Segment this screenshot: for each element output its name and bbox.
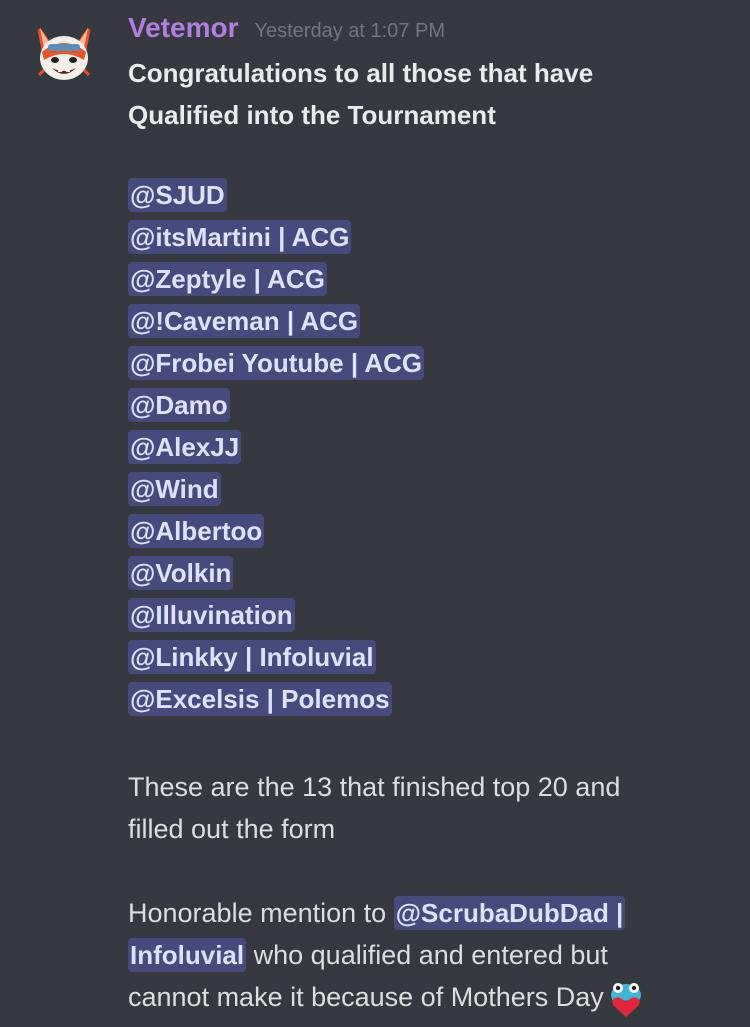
user-mention-honorable-part1[interactable]: @ScrubaDubDad | <box>393 896 626 930</box>
mention-row: @AlexJJ <box>128 430 728 472</box>
fox-mascot-avatar-icon <box>36 22 92 80</box>
mention-list: @SJUD @itsMartini | ACG @Zeptyle | ACG @… <box>128 178 728 724</box>
author-username[interactable]: Vetemor <box>128 12 239 44</box>
honorable-line-2: Infoluvial who qualified and entered but <box>128 934 728 976</box>
summary-line-2: filled out the form <box>128 814 336 844</box>
honorable-suffix: who qualified and entered but <box>246 940 608 970</box>
user-mention[interactable]: @Volkin <box>128 556 234 590</box>
user-mention[interactable]: @itsMartini | ACG <box>128 220 352 254</box>
mention-row: @Frobei Youtube | ACG <box>128 346 728 388</box>
honorable-closing: cannot make it because of Mothers Day <box>128 982 604 1012</box>
user-mention[interactable]: @Damo <box>128 388 230 422</box>
honorable-mention-paragraph: Honorable mention to @ScrubaDubDad | Inf… <box>128 892 728 1019</box>
mention-row: @Albertoo <box>128 514 728 556</box>
message-timestamp: Yesterday at 1:07 PM <box>254 20 446 42</box>
message-header: Vetemor Yesterday at 1:07 PM <box>128 12 728 52</box>
honorable-prefix: Honorable mention to <box>128 898 394 928</box>
user-mention[interactable]: @!Caveman | ACG <box>128 304 361 338</box>
honorable-line-1: Honorable mention to @ScrubaDubDad | <box>128 892 728 934</box>
user-mention[interactable]: @AlexJJ <box>128 430 242 464</box>
user-mention[interactable]: @Illuvination <box>128 598 295 632</box>
mention-row: @!Caveman | ACG <box>128 304 728 346</box>
heading-line-2: Qualified into the Tournament <box>128 100 496 130</box>
user-mention[interactable]: @Excelsis | Polemos <box>128 682 392 716</box>
heading-line-1: Congratulations to all those that have <box>128 58 594 88</box>
user-mention[interactable]: @Albertoo <box>128 514 265 548</box>
message-content: Vetemor Yesterday at 1:07 PM Congratulat… <box>128 12 728 1019</box>
frog-heart-emoji-icon[interactable] <box>606 979 646 1019</box>
mention-row: @Wind <box>128 472 728 514</box>
mention-row: @Volkin <box>128 556 728 598</box>
user-avatar[interactable] <box>30 18 98 86</box>
mention-row: @Linkky | Infoluvial <box>128 640 728 682</box>
mention-row: @Excelsis | Polemos <box>128 682 728 724</box>
user-mention[interactable]: @Linkky | Infoluvial <box>128 640 376 674</box>
summary-paragraph: These are the 13 that finished top 20 an… <box>128 766 728 850</box>
mention-row: @Zeptyle | ACG <box>128 262 728 304</box>
mention-row: @SJUD <box>128 178 728 220</box>
user-mention[interactable]: @SJUD <box>128 178 227 212</box>
summary-line-1: These are the 13 that finished top 20 an… <box>128 772 621 802</box>
user-mention[interactable]: @Frobei Youtube | ACG <box>128 346 425 380</box>
chat-message: Vetemor Yesterday at 1:07 PM Congratulat… <box>0 0 750 1027</box>
mention-row: @Illuvination <box>128 598 728 640</box>
mention-row: @itsMartini | ACG <box>128 220 728 262</box>
honorable-line-3: cannot make it because of Mothers Day <box>128 976 728 1019</box>
user-mention[interactable]: @Wind <box>128 472 221 506</box>
mention-row: @Damo <box>128 388 728 430</box>
user-mention[interactable]: @Zeptyle | ACG <box>128 262 327 296</box>
user-mention-honorable-part2[interactable]: Infoluvial <box>128 938 247 972</box>
